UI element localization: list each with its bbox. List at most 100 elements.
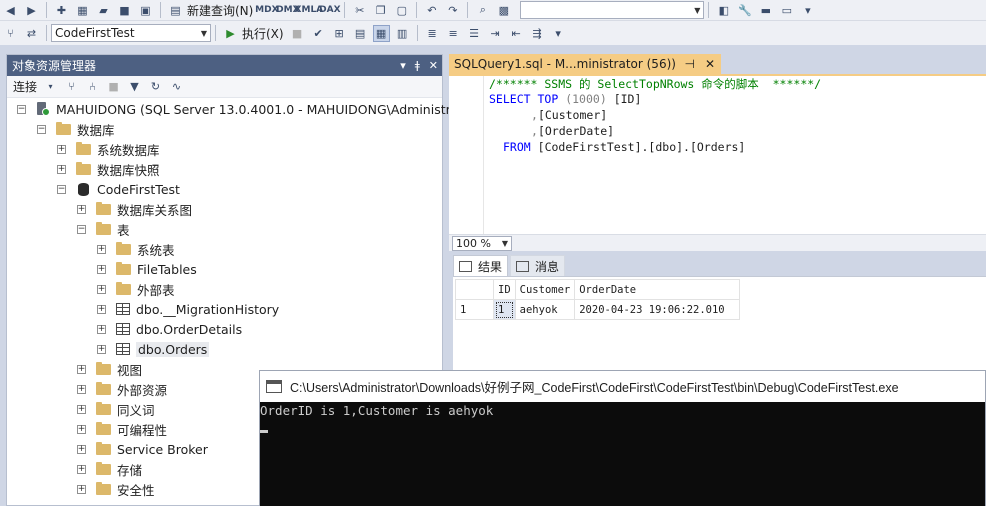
collapse-icon[interactable]: − xyxy=(77,224,86,234)
uncomment-icon[interactable]: ☰ xyxy=(466,25,483,42)
expand-icon[interactable]: + xyxy=(77,424,86,434)
refresh-icon[interactable]: ↻ xyxy=(147,78,164,95)
tree-node[interactable]: + 系统表 xyxy=(97,239,175,259)
close-icon[interactable]: ✕ xyxy=(429,59,438,72)
expand-icon[interactable]: + xyxy=(97,344,106,354)
grid-cell[interactable]: 2020-04-23 19:06:22.010 xyxy=(574,299,740,320)
expand-icon[interactable]: + xyxy=(77,364,86,374)
tree-node[interactable]: + 外部表 xyxy=(97,279,175,299)
expand-icon[interactable]: + xyxy=(57,164,66,174)
tab-results[interactable]: 结果 xyxy=(453,255,509,276)
expand-icon[interactable]: + xyxy=(97,284,106,294)
paste-icon[interactable]: ▢ xyxy=(393,2,410,19)
specify-values-icon[interactable]: ⇶ xyxy=(529,25,546,42)
connect-object-icon[interactable]: ⑂ xyxy=(63,78,80,95)
tree-node[interactable]: + Service Broker xyxy=(77,439,208,459)
save-all-icon[interactable]: ▣ xyxy=(137,2,154,19)
open-file-icon[interactable]: ▰ xyxy=(95,2,112,19)
tree-node[interactable]: − 表 xyxy=(77,219,130,239)
execute-button[interactable]: 执行(X) xyxy=(242,25,284,42)
connect-icon[interactable]: ⑂ xyxy=(2,25,19,42)
execute-icon[interactable]: ▶ xyxy=(222,25,239,42)
connect-dropdown-icon[interactable]: ▾ xyxy=(42,78,59,95)
terminal-icon[interactable]: ▭ xyxy=(778,2,795,19)
results-to-file-icon[interactable]: ▥ xyxy=(394,25,411,42)
tree-node[interactable]: − 数据库 xyxy=(37,119,115,139)
disconnect-icon[interactable]: ⑃ xyxy=(84,78,101,95)
collapse-icon[interactable]: − xyxy=(57,184,66,194)
parse-check-icon[interactable]: ✔ xyxy=(310,25,327,42)
collapse-icon[interactable]: − xyxy=(37,124,46,134)
tree-node[interactable]: + 外部资源 xyxy=(77,379,167,399)
tree-node[interactable]: + 数据库快照 xyxy=(57,159,160,179)
console-titlebar[interactable]: C:\Users\Administrator\Downloads\好例子网_Co… xyxy=(260,371,985,402)
activity-monitor-icon[interactable]: ▩ xyxy=(495,2,512,19)
database-select[interactable]: CodeFirstTest ▼ xyxy=(51,24,211,42)
expand-icon[interactable]: + xyxy=(77,384,86,394)
tree-node[interactable]: + 可编程性 xyxy=(77,419,167,439)
new-query-icon[interactable]: ▤ xyxy=(167,2,184,19)
pin-icon[interactable]: ǂ xyxy=(415,59,420,72)
comment-icon[interactable]: ≡ xyxy=(445,25,462,42)
tree-node[interactable]: + 安全性 xyxy=(77,479,155,499)
pin-icon[interactable]: ⊣ xyxy=(684,57,694,71)
tree-node[interactable]: + dbo.__MigrationHistory xyxy=(97,299,279,319)
add-item-icon[interactable]: ▦ xyxy=(74,2,91,19)
activity-monitor-icon[interactable]: ∿ xyxy=(168,78,185,95)
tab-sqlquery1[interactable]: SQLQuery1.sql - M...ministrator (56)) ⊣ … xyxy=(449,54,721,74)
expand-icon[interactable]: + xyxy=(97,324,106,334)
expand-icon[interactable]: + xyxy=(77,404,86,414)
back-icon[interactable]: ◀ xyxy=(2,2,19,19)
tab-messages[interactable]: 消息 xyxy=(510,255,566,276)
column-header[interactable]: Customer xyxy=(514,279,576,300)
expand-icon[interactable]: + xyxy=(97,264,106,274)
change-connection-icon[interactable]: ⇄ xyxy=(23,25,40,42)
tree-node[interactable]: + dbo.Orders xyxy=(97,339,210,359)
tree-node[interactable]: + 视图 xyxy=(77,359,142,379)
collapse-icon[interactable]: − xyxy=(17,104,26,114)
tree-node[interactable]: + FileTables xyxy=(97,259,197,279)
forward-icon[interactable]: ▶ xyxy=(23,2,40,19)
intellisense-icon[interactable]: ≣ xyxy=(424,25,441,42)
query-plan-icon[interactable]: ⊞ xyxy=(331,25,348,42)
connect-button[interactable]: 连接 xyxy=(13,78,37,95)
xmla-query-icon[interactable]: XMLA xyxy=(295,2,324,19)
save-icon[interactable]: ■ xyxy=(116,2,133,19)
toolbox-icon[interactable]: ▬ xyxy=(757,2,774,19)
tree-node[interactable]: − CodeFirstTest xyxy=(57,179,180,199)
expand-icon[interactable]: + xyxy=(77,484,86,494)
grid-cell[interactable]: aehyok xyxy=(514,299,576,320)
undo-icon[interactable]: ↶ xyxy=(423,2,440,19)
toolbar-options-icon[interactable]: ▾ xyxy=(550,25,567,42)
sql-editor[interactable]: /****** SSMS 的 SelectTopNRows 命令的脚本 ****… xyxy=(449,76,986,234)
results-to-grid-icon[interactable]: ▦ xyxy=(372,24,390,42)
expand-icon[interactable]: + xyxy=(97,244,106,254)
wrench-icon[interactable]: 🔧 xyxy=(736,2,753,19)
cut-icon[interactable]: ✂ xyxy=(351,2,368,19)
dax-query-icon[interactable]: DAX xyxy=(319,2,340,19)
find-in-files-icon[interactable]: ⌕ xyxy=(474,2,491,19)
mdx-query-icon[interactable]: MDX xyxy=(255,2,278,19)
tree-node[interactable]: + 系统数据库 xyxy=(57,139,160,159)
expand-icon[interactable]: + xyxy=(77,464,86,474)
expand-icon[interactable]: + xyxy=(97,304,106,314)
overflow-icon[interactable]: ▾ xyxy=(799,2,816,19)
copy-icon[interactable]: ❐ xyxy=(372,2,389,19)
search-combo[interactable]: ▼ xyxy=(520,1,705,19)
solution-explorer-icon[interactable]: ◧ xyxy=(715,2,732,19)
column-header[interactable]: ID xyxy=(493,279,516,300)
tree-node[interactable]: + dbo.OrderDetails xyxy=(97,319,242,339)
expand-icon[interactable]: + xyxy=(77,444,86,454)
results-to-text-icon[interactable]: ▤ xyxy=(352,25,369,42)
dropdown-icon[interactable]: ▾ xyxy=(400,59,406,72)
tree-node[interactable]: + 存储 xyxy=(77,459,142,479)
zoom-select[interactable]: 100 % ▼ xyxy=(452,235,512,251)
filter-icon[interactable]: ▼ xyxy=(126,78,143,95)
tree-node[interactable]: − MAHUIDONG (SQL Server 13.0.4001.0 - MAH… xyxy=(17,99,481,119)
outdent-icon[interactable]: ⇤ xyxy=(508,25,525,42)
column-header[interactable]: OrderDate xyxy=(574,279,740,300)
console-output[interactable]: OrderID is 1,Customer is aehyok xyxy=(260,402,985,506)
row-number[interactable]: 1 xyxy=(455,299,494,320)
new-query-button[interactable]: 新建查询(N) xyxy=(187,2,253,19)
grid-cell[interactable]: 1 xyxy=(493,299,516,320)
